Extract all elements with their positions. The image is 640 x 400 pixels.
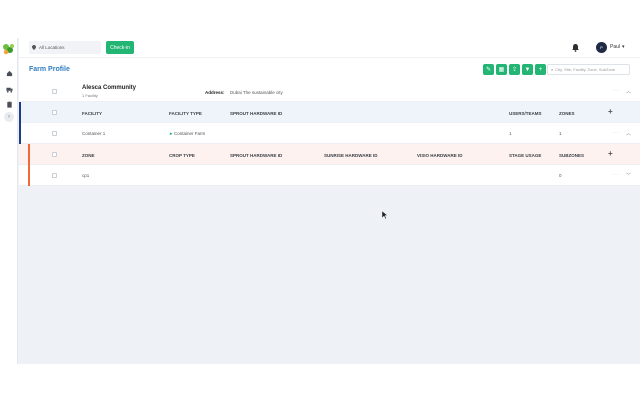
table-row[interactable]: cp1 0 ··· ﹀	[19, 165, 640, 186]
facility-count: 1 Facility	[82, 93, 98, 98]
zones-count: 1	[559, 131, 562, 136]
grid-icon[interactable]: ▦	[496, 64, 507, 75]
add-zone-button[interactable]: +	[608, 149, 613, 158]
upload-icon[interactable]: ⇪	[509, 64, 520, 75]
column-header[interactable]: SPROUT HARDWARE ID	[230, 153, 282, 158]
column-header[interactable]: SUNRISE HARDWARE ID	[324, 153, 378, 158]
bell-icon[interactable]	[571, 43, 580, 52]
home-icon[interactable]	[5, 69, 13, 77]
facility-type: Container Farm	[174, 131, 206, 136]
truck-icon[interactable]	[5, 85, 13, 93]
column-header[interactable]: SPROUT HARDWARE ID	[230, 111, 282, 116]
edit-icon[interactable]: ✎	[483, 64, 494, 75]
ellipsis-icon[interactable]: ···	[613, 130, 620, 136]
user-name[interactable]: Paul	[610, 44, 620, 50]
column-header[interactable]: VISIO HARDWARE ID	[417, 153, 463, 158]
facility-name: Container 1	[82, 131, 106, 136]
clipboard-icon[interactable]	[5, 100, 13, 108]
facility-table-header: FACILITY FACILITY TYPE SPROUT HARDWARE I…	[19, 102, 640, 123]
column-header[interactable]: USERS/TEAMS	[509, 111, 542, 116]
facility-accent-bar	[19, 102, 21, 144]
subzones-count: 0	[559, 173, 562, 178]
community-checkbox[interactable]	[52, 89, 57, 94]
search-icon: ⌕	[551, 67, 554, 72]
location-select[interactable]: All Locations	[29, 41, 101, 54]
filter-icon[interactable]: ▼	[522, 64, 533, 75]
table-row[interactable]: Container 1 ► Container Farm 1 1 ··· ︿	[19, 123, 640, 144]
avatar[interactable]: P	[596, 42, 607, 53]
logo-icon[interactable]	[1, 42, 16, 56]
column-header[interactable]: FACILITY TYPE	[169, 111, 202, 116]
column-header[interactable]: FACILITY	[82, 111, 102, 116]
location-select-value: All Locations	[39, 45, 65, 50]
chevron-right-icon[interactable]: ›	[4, 112, 14, 122]
users-count: 1	[509, 131, 512, 136]
ellipsis-icon[interactable]: ···	[613, 88, 620, 94]
check-in-button[interactable]: Check-in	[106, 41, 134, 54]
address-value: Dubai The sustainable city	[230, 90, 283, 95]
play-icon: ►	[169, 131, 174, 136]
column-header[interactable]: CROP TYPE	[169, 153, 195, 158]
column-header[interactable]: ZONES	[559, 111, 575, 116]
plus-icon[interactable]: +	[535, 64, 546, 75]
column-header[interactable]: SUBZONES	[559, 153, 584, 158]
top-bar: All Locations Check-in P Paul ▾	[19, 38, 640, 58]
app-window: › All Locations Check-in P Paul ▾ Farm P…	[0, 38, 640, 364]
facility-checkbox[interactable]	[52, 131, 57, 136]
zone-table-header: ZONE CROP TYPE SPROUT HARDWARE ID SUNRIS…	[19, 144, 640, 165]
address-label: Address:	[205, 90, 225, 95]
community-row[interactable]: Alesca Community 1 Facility Address: Dub…	[19, 82, 640, 102]
zone-select-all-checkbox[interactable]	[52, 152, 57, 157]
caret-down-icon[interactable]: ▾	[622, 44, 625, 50]
zone-checkbox[interactable]	[52, 173, 57, 178]
pin-icon	[32, 44, 36, 51]
chevron-up-icon[interactable]: ︿	[626, 88, 631, 95]
zone-name: cp1	[82, 173, 90, 178]
search-input[interactable]: ⌕ City, Site, Facility, Zone, SubZone	[547, 64, 630, 75]
sidebar: ›	[0, 38, 18, 364]
zone-accent-bar	[28, 144, 30, 186]
chevron-down-icon[interactable]: ﹀	[626, 172, 631, 179]
mouse-cursor-icon	[382, 211, 388, 219]
add-facility-button[interactable]: +	[608, 107, 613, 116]
search-placeholder: City, Site, Facility, Zone, SubZone	[555, 67, 616, 72]
community-name: Alesca Community	[82, 85, 137, 91]
page-title: Farm Profile	[29, 66, 70, 73]
screen: › All Locations Check-in P Paul ▾ Farm P…	[0, 0, 640, 400]
facility-select-all-checkbox[interactable]	[52, 110, 57, 115]
page-header: Farm Profile ✎ ▦ ⇪ ▼ + ⌕ City, Site, Fac…	[19, 58, 640, 82]
chevron-up-icon[interactable]: ︿	[626, 130, 631, 137]
ellipsis-icon[interactable]: ···	[613, 172, 620, 178]
column-header[interactable]: STAGE USAGE	[509, 153, 541, 158]
column-header[interactable]: ZONE	[82, 153, 95, 158]
